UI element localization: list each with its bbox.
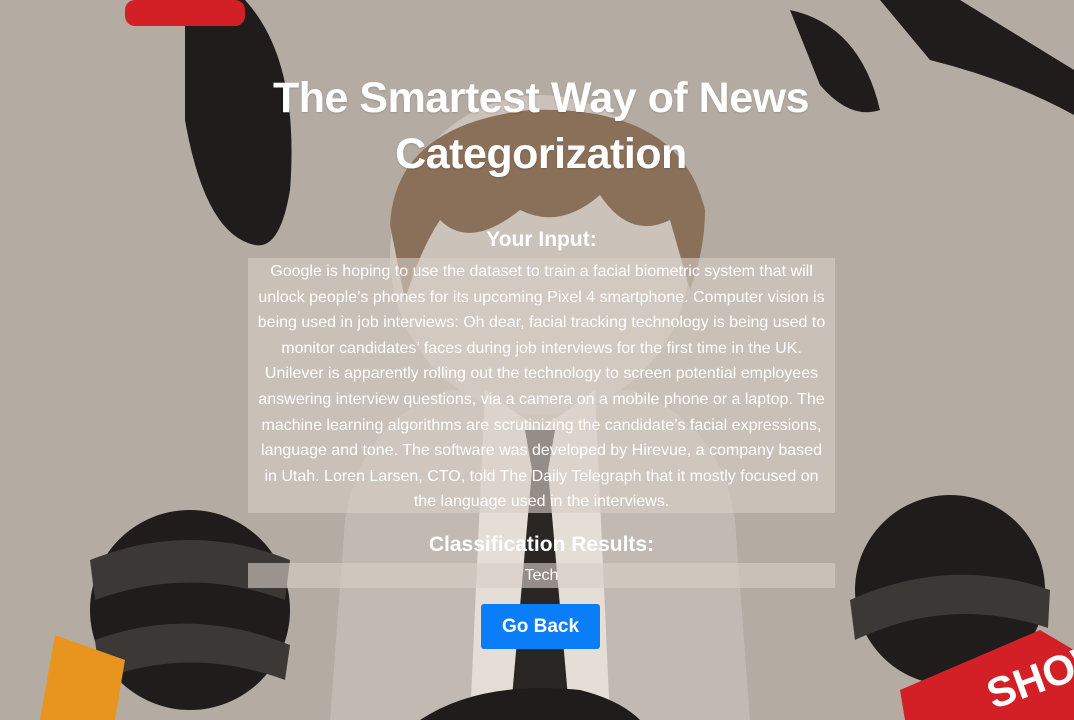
page-title: The Smartest Way of News Categorization [273,74,810,178]
input-text-box: Google is hoping to use the dataset to t… [248,258,835,513]
main-content: The Smartest Way of News Categorization … [0,0,1074,720]
results-heading: Classification Results: [428,533,655,556]
go-back-button[interactable]: Go Back [481,604,600,649]
input-heading: Your Input: [486,228,597,251]
classification-result: Tech [248,563,835,588]
